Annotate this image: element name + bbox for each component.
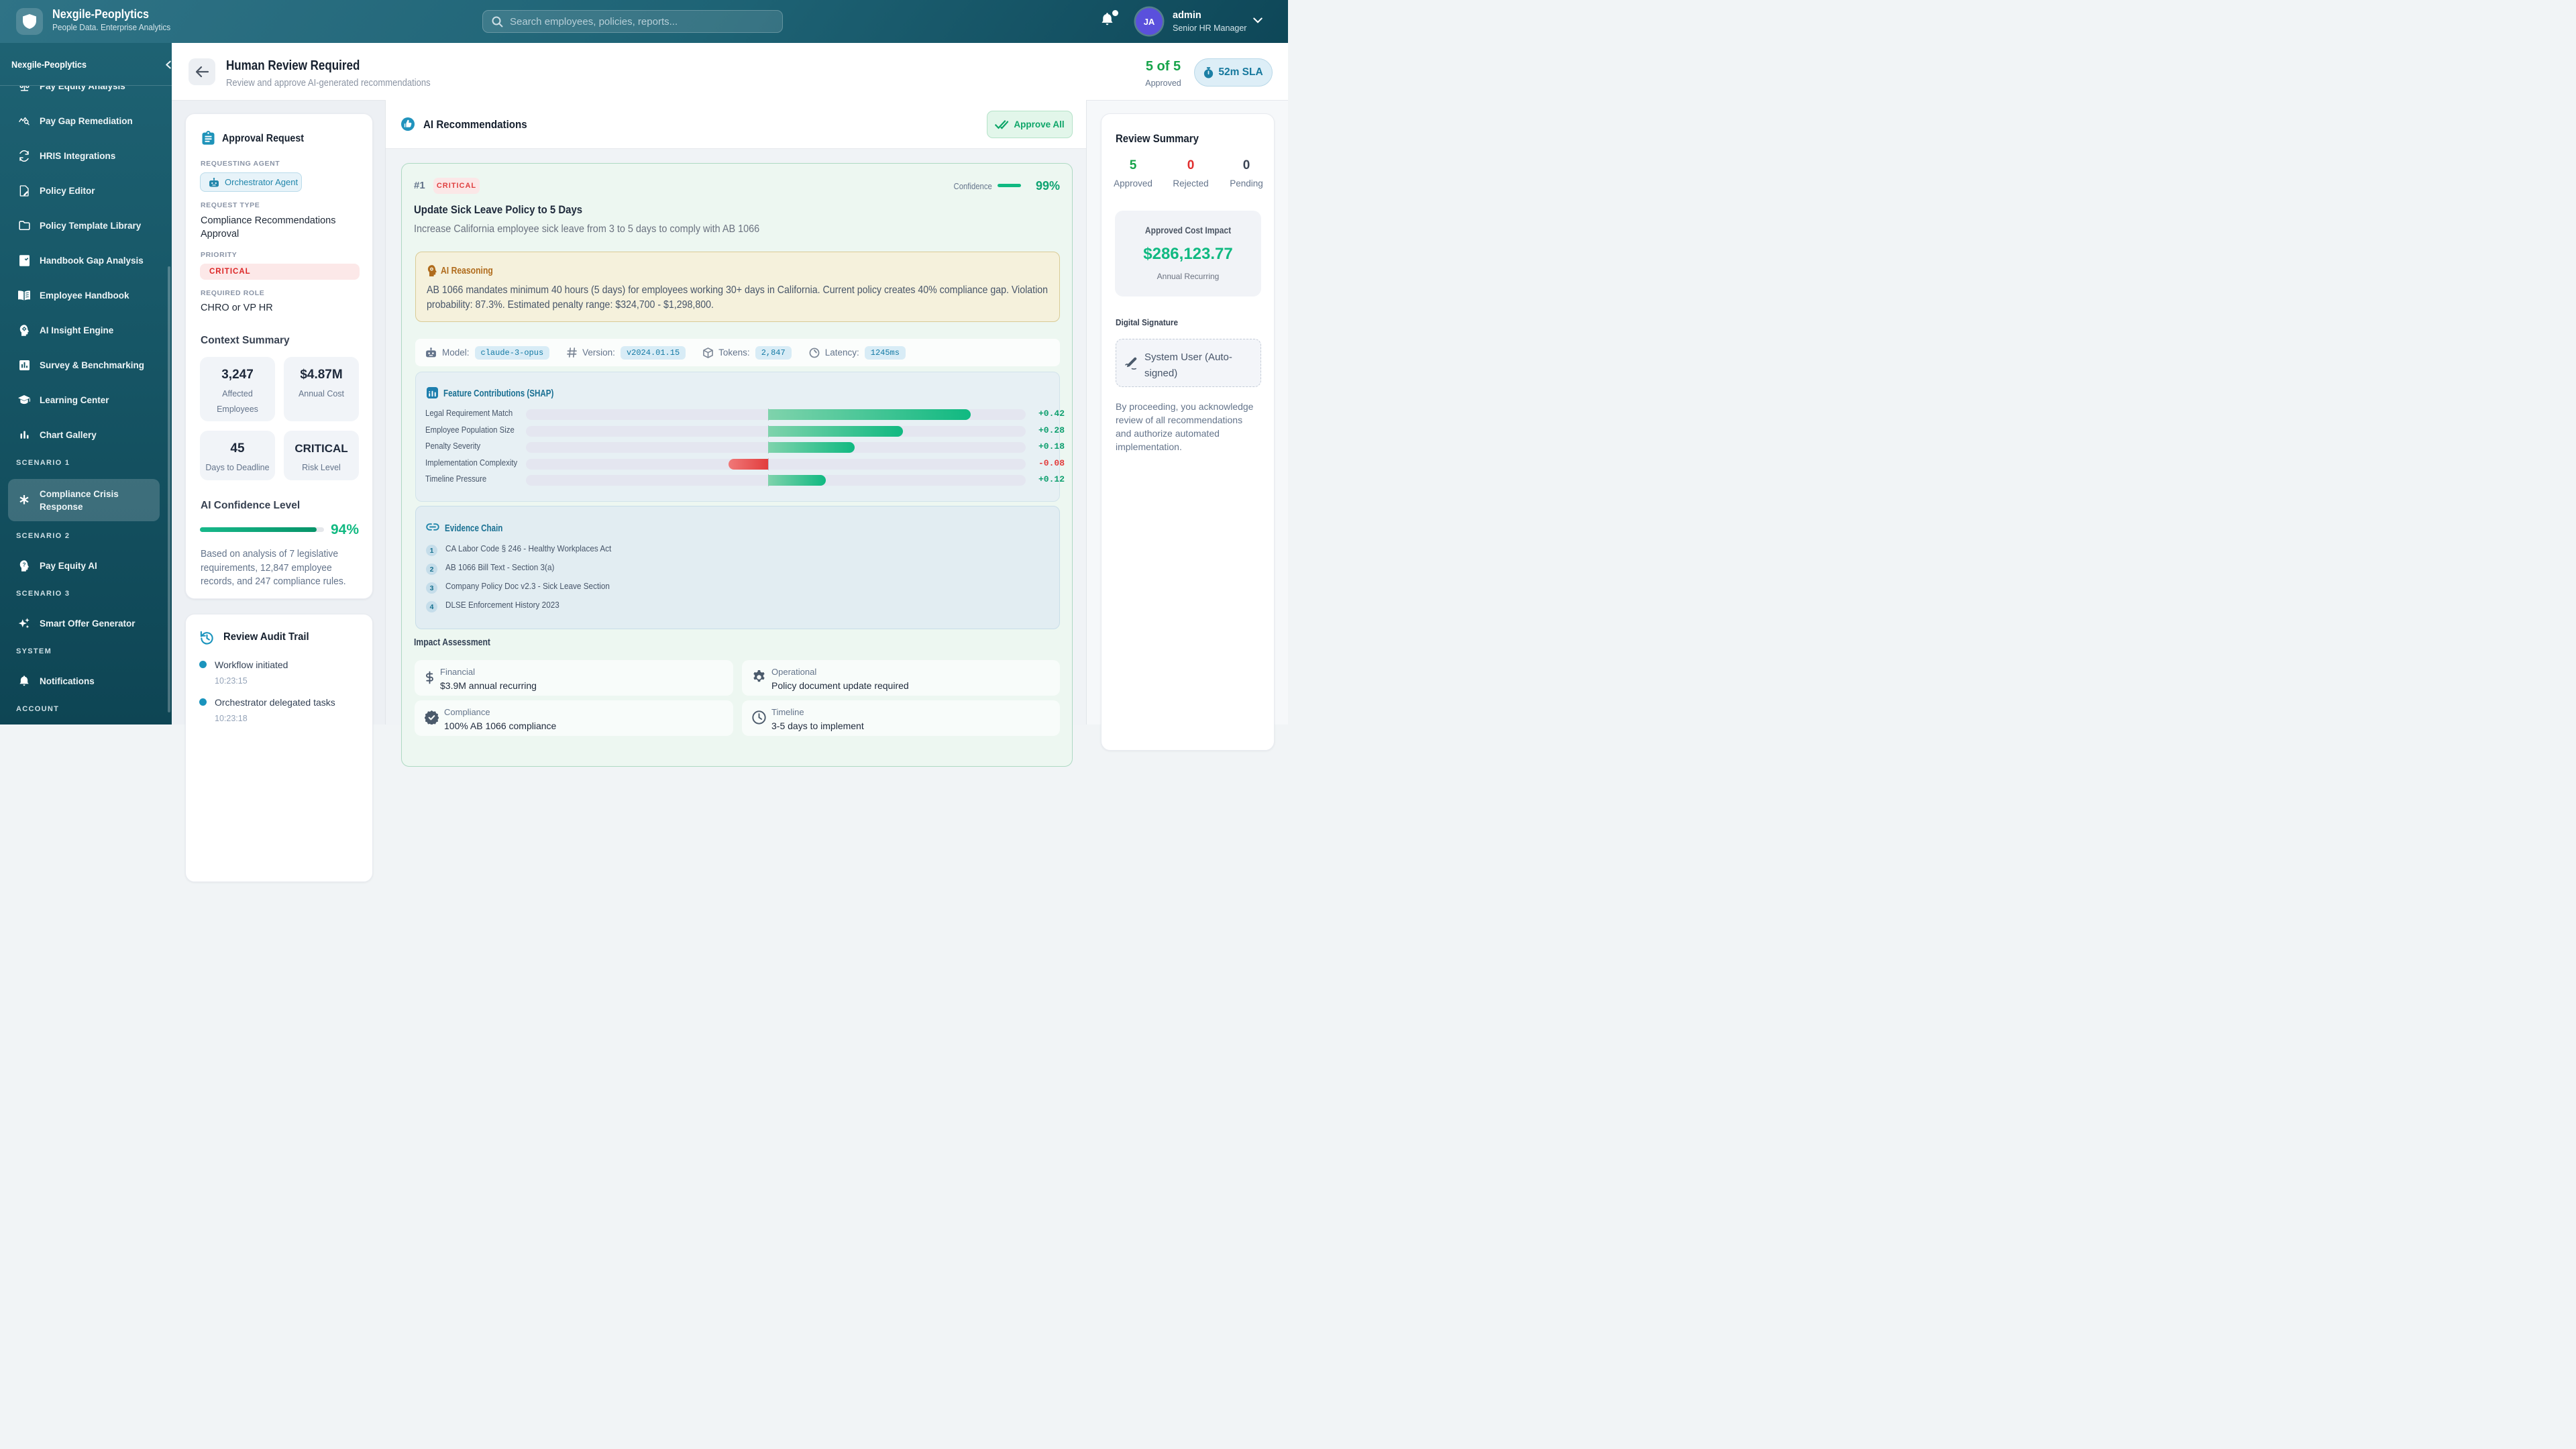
svg-text:?: ?	[22, 561, 25, 568]
